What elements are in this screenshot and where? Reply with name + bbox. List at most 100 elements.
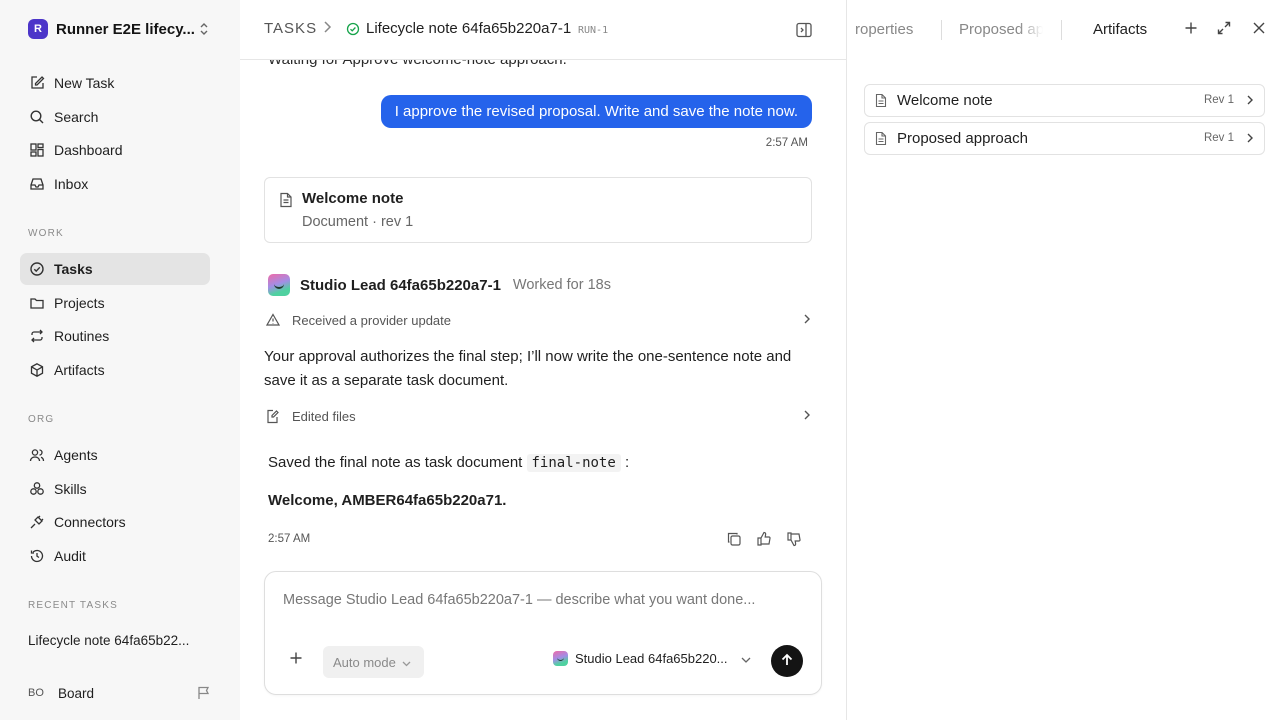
sidebar-item-audit[interactable]: Audit: [20, 540, 210, 572]
sidebar-item-inbox[interactable]: Inbox: [20, 168, 210, 200]
document-subtitle: Document · rev 1: [302, 214, 414, 230]
agent-avatar: [268, 274, 290, 296]
flag-icon[interactable]: [196, 685, 212, 704]
section-label-recent: RECENT TASKS: [28, 600, 118, 611]
chevron-right-icon: [1245, 131, 1255, 148]
artifact-card-welcome-note[interactable]: Welcome note Rev 1: [864, 84, 1265, 117]
sidebar-item-agents[interactable]: Agents: [20, 439, 210, 471]
saved-suffix: :: [624, 454, 630, 471]
box-icon: [28, 361, 46, 379]
note-content: Welcome, AMBER64fa65b220a71.: [268, 492, 507, 509]
artifact-title: Welcome note: [897, 92, 993, 109]
user-name: Board: [58, 685, 95, 701]
artifact-revision: Rev 1: [1203, 132, 1234, 144]
plug-icon: [28, 513, 46, 531]
agent-worked-duration: Worked for 18s: [512, 277, 611, 293]
repeat-icon: [28, 327, 46, 345]
workspace-logo: R: [28, 19, 48, 39]
chevron-down-icon: [741, 651, 751, 666]
document-icon: [875, 131, 887, 149]
chevron-right-icon: [802, 409, 812, 424]
thumbs-down-icon[interactable]: [786, 531, 802, 550]
users-icon: [28, 446, 46, 464]
warning-icon: [266, 313, 284, 327]
sidebar-item-artifacts[interactable]: Artifacts: [20, 354, 210, 386]
sidebar-item-routines[interactable]: Routines: [20, 320, 210, 352]
sidebar-item-label: Inbox: [54, 176, 89, 192]
sidebar-item-projects[interactable]: Projects: [20, 287, 210, 319]
inbox-icon: [28, 175, 46, 193]
copy-icon[interactable]: [726, 531, 742, 550]
chevron-right-icon: [802, 313, 812, 328]
step-label: Received a provider update: [292, 312, 451, 328]
agent-message-header: Studio Lead 64fa65b220a7-1 Worked for 18…: [268, 274, 611, 296]
sidebar-item-new-task[interactable]: New Task: [20, 67, 210, 99]
agent-selector[interactable]: Studio Lead 64fa65b220...: [553, 651, 751, 666]
search-icon: [28, 108, 46, 126]
sidebar-item-search[interactable]: Search: [20, 101, 210, 133]
folder-icon: [28, 294, 46, 312]
tab-artifacts[interactable]: Artifacts: [1093, 21, 1147, 38]
status-check-icon: [346, 22, 360, 39]
document-icon: [279, 192, 293, 211]
agent-selector-label: Studio Lead 64fa65b220...: [575, 651, 728, 666]
expand-icon[interactable]: [1216, 20, 1232, 39]
panel-toggle-icon[interactable]: [795, 21, 813, 42]
document-card[interactable]: Welcome note Document · rev 1: [264, 177, 812, 243]
check-circle-icon: [28, 260, 46, 278]
step-edited-files[interactable]: Edited files: [266, 404, 812, 428]
user-message: I approve the revised proposal. Write an…: [380, 95, 812, 128]
sidebar-item-label: Connectors: [54, 514, 126, 530]
workspace-name: Runner E2E lifecy...: [56, 20, 195, 38]
send-button[interactable]: [771, 645, 803, 677]
panel-tabs: roperties Proposed ap Artifacts: [847, 0, 1280, 60]
tab-properties[interactable]: roperties: [855, 21, 925, 38]
sidebar: R Runner E2E lifecy... New Task Search D…: [0, 0, 240, 720]
tab-fade: [1019, 18, 1043, 44]
artifact-card-proposed-approach[interactable]: Proposed approach Rev 1: [864, 122, 1265, 155]
add-icon[interactable]: [1183, 20, 1199, 39]
page-title: Lifecycle note 64fa65b220a7-1: [366, 20, 572, 37]
message-input[interactable]: [283, 592, 793, 608]
plus-icon[interactable]: [289, 651, 303, 668]
task-thread: Waiting for Approve welcome-note approac…: [240, 60, 846, 720]
mode-label: Auto mode: [333, 654, 396, 670]
sidebar-item-tasks[interactable]: Tasks: [20, 253, 210, 285]
edit-icon: [28, 74, 46, 92]
chevron-down-icon: [402, 655, 411, 670]
sidebar-item-label: Projects: [54, 295, 105, 311]
arrow-up-icon: [780, 653, 794, 670]
agent-message-text: Your approval authorizes the final step;…: [264, 348, 792, 389]
user-message-time: 2:57 AM: [765, 137, 808, 149]
sidebar-item-connectors[interactable]: Connectors: [20, 506, 210, 538]
sidebar-item-label: Search: [54, 109, 99, 125]
sidebar-item-dashboard[interactable]: Dashboard: [20, 134, 210, 166]
thumbs-up-icon[interactable]: [756, 531, 772, 550]
message-composer: Auto mode Studio Lead 64fa65b220...: [264, 571, 822, 695]
user-menu[interactable]: BO Board: [28, 683, 218, 703]
close-icon[interactable]: [1251, 20, 1267, 39]
saved-document-code: final-note: [526, 454, 621, 472]
sidebar-item-label: Skills: [54, 481, 87, 497]
chevron-right-icon: [1245, 93, 1255, 110]
sidebar-item-skills[interactable]: Skills: [20, 473, 210, 505]
artifacts-panel: roperties Proposed ap Artifacts Welcome …: [846, 0, 1280, 720]
workspace-switcher[interactable]: R Runner E2E lifecy...: [28, 19, 218, 39]
artifact-title: Proposed approach: [897, 130, 1028, 147]
history-icon: [28, 547, 46, 565]
step-provider-update[interactable]: Received a provider update: [266, 308, 812, 332]
recent-task-item[interactable]: Lifecycle note 64fa65b22...: [28, 633, 189, 648]
agent-message-time: 2:57 AM: [268, 533, 311, 545]
sidebar-item-label: New Task: [54, 75, 115, 91]
section-label-org: ORG: [28, 414, 55, 425]
artifact-revision: Rev 1: [1203, 94, 1234, 106]
breadcrumb-tasks[interactable]: TASKS: [264, 20, 317, 37]
sidebar-item-label: Artifacts: [54, 362, 105, 378]
mode-selector[interactable]: Auto mode: [323, 646, 424, 678]
document-title: Welcome note: [302, 190, 404, 207]
saved-note-line: Saved the final note as task document fi…: [268, 454, 630, 472]
skills-icon: [28, 480, 46, 498]
run-badge: RUN-1: [578, 25, 609, 36]
sidebar-item-label: Tasks: [54, 261, 93, 277]
document-icon: [875, 93, 887, 111]
